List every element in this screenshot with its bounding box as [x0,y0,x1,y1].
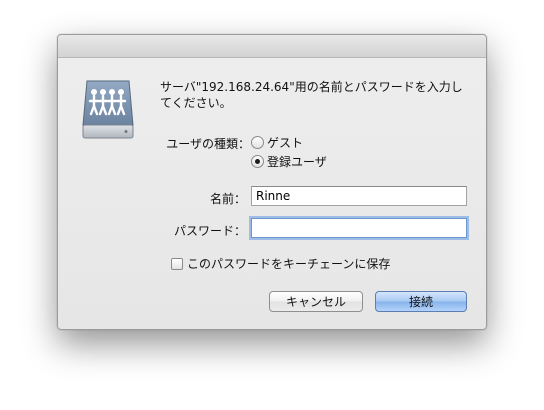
radio-button-guest[interactable] [251,135,264,149]
name-field[interactable] [251,186,467,206]
radio-selected-dot [255,158,260,164]
connect-to-server-dialog: サーバ"192.168.24.64"用の名前とパスワードを入力してください。 ユ… [57,34,487,330]
radio-registered-user-label: 登録ユーザ [267,154,327,169]
dialog-titlebar [58,35,486,58]
cancel-button[interactable]: キャンセル [269,291,363,312]
login-prompt-text: サーバ"192.168.24.64"用の名前とパスワードを入力してください。 [160,80,463,110]
remember-password-label: このパスワードをキーチェーンに保存 [187,257,391,271]
name-label: 名前： [209,192,246,206]
shared-server-icon [82,80,134,139]
radio-guest-label: ゲスト [267,135,304,150]
user-type-label: ユーザの種類： [166,137,250,151]
connect-button[interactable]: 接続 [375,291,467,312]
password-field[interactable] [251,218,467,238]
radio-registered-user[interactable]: 登録ユーザ [251,153,327,169]
remember-password-checkbox-box[interactable] [171,257,183,270]
radio-button-registered-user[interactable] [251,154,264,168]
radio-guest[interactable]: ゲスト [251,134,303,150]
password-label: パスワード： [173,224,246,238]
remember-password-checkbox[interactable]: このパスワードをキーチェーンに保存 [171,255,390,272]
